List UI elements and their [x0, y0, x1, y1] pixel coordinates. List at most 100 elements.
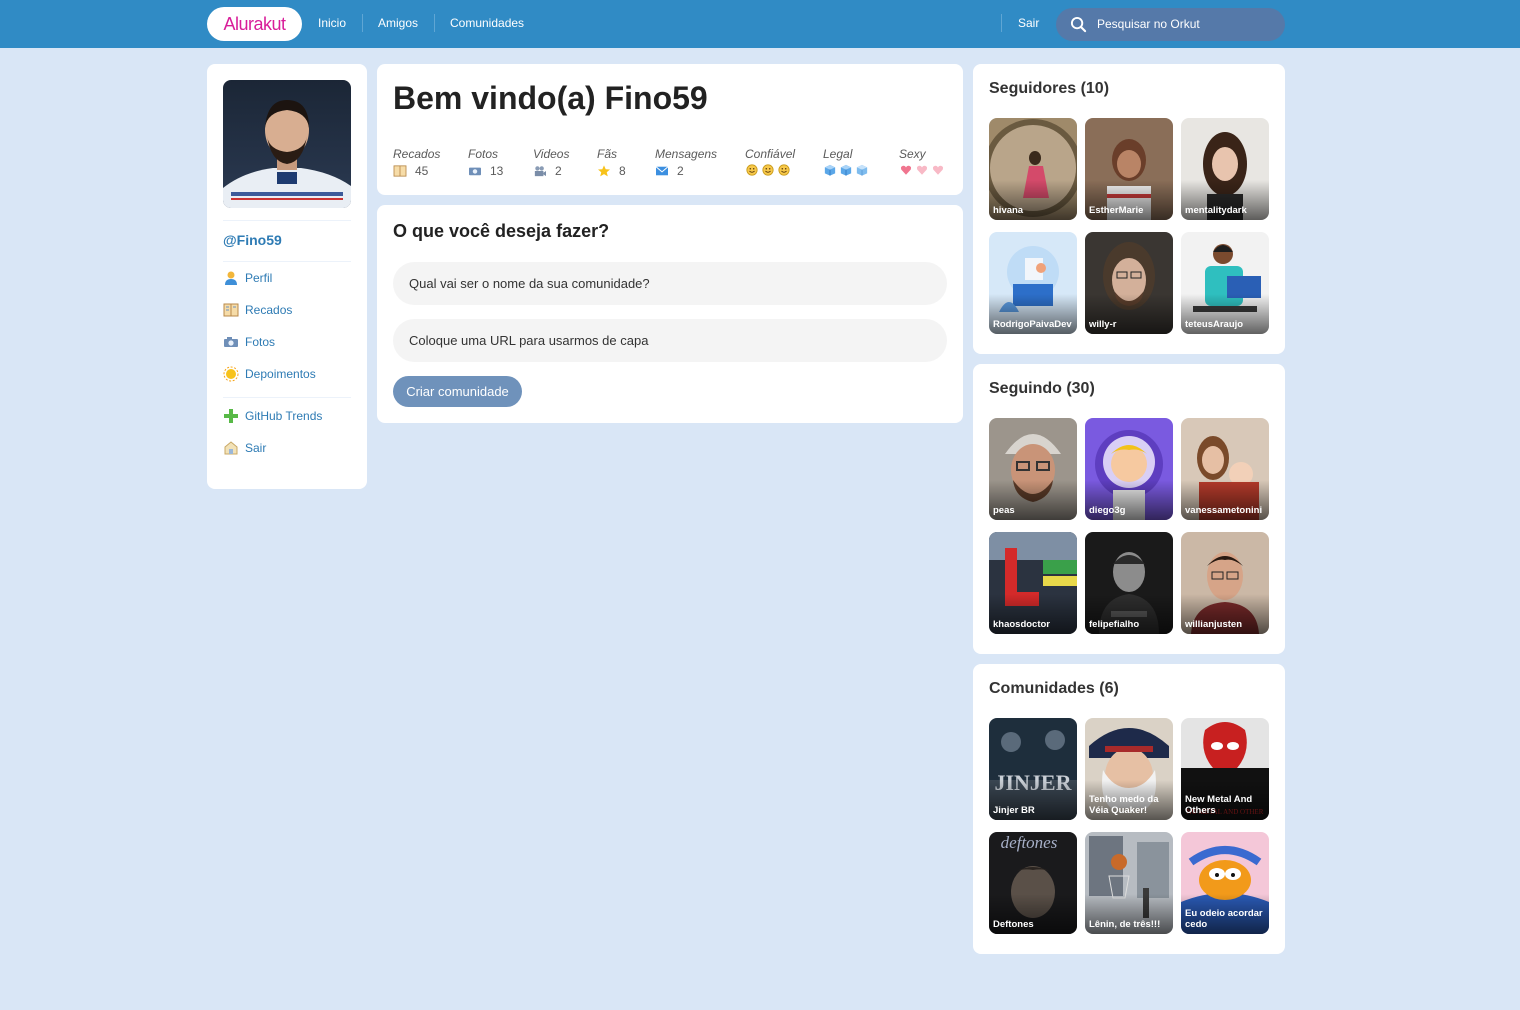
following-name: vanessametonini [1185, 505, 1263, 516]
community-tile[interactable]: Lênin, de três!!! [1085, 832, 1173, 934]
profile-avatar[interactable] [223, 80, 351, 208]
plus-icon [224, 409, 238, 423]
rating-sexy: Sexy [899, 147, 945, 176]
following-name: diego3g [1089, 505, 1126, 516]
divider [223, 397, 351, 398]
follower-name: teteusAraujo [1185, 319, 1244, 330]
stat-value: 8 [619, 164, 626, 178]
following-tile[interactable]: peas [989, 418, 1077, 520]
follower-tile[interactable]: willy-r [1085, 232, 1173, 334]
community-tile[interactable]: Eu odeio acordar cedo [1181, 832, 1269, 934]
community-name: Lênin, de três!!! [1089, 919, 1161, 930]
stat-value: 45 [415, 164, 429, 178]
nav-comunidades[interactable]: Comunidades [450, 16, 524, 30]
create-community-button[interactable]: Criar comunidade [393, 376, 522, 407]
menu-item-label: GitHub Trends [245, 409, 323, 423]
following-name: khaosdoctor [993, 619, 1051, 630]
search-icon [1070, 16, 1087, 33]
top-navigation-bar: Alurakut Inicio Amigos Comunidades Sair … [0, 0, 1520, 48]
welcome-panel: Bem vindo(a) Fino59 Recados 45 Fotos 13 … [377, 64, 963, 195]
follower-tile[interactable]: teteusAraujo [1181, 232, 1269, 334]
following-tile[interactable]: vanessametonini [1181, 418, 1269, 520]
community-tile[interactable]: deftones Deftones [989, 832, 1077, 934]
stat-label: Mensagens [655, 147, 718, 161]
heart-icon [932, 165, 944, 175]
rating-confiavel: Confiável [745, 147, 795, 176]
following-tile[interactable]: felipefialho [1085, 532, 1173, 634]
follower-tile[interactable]: RodrigoPaivaDev [989, 232, 1077, 334]
search-input[interactable]: Pesquisar no Orkut [1097, 17, 1200, 31]
rating-level [823, 164, 869, 176]
stat-label: Confiável [745, 147, 796, 161]
menu-item-github-trends[interactable]: GitHub Trends [223, 407, 322, 425]
heart-icon [916, 165, 928, 175]
envelope-icon [655, 166, 669, 176]
menu-item-perfil[interactable]: Perfil [223, 269, 272, 287]
nav-divider [1001, 14, 1002, 32]
create-community-panel: O que você deseja fazer? Qual vai ser o … [377, 205, 963, 423]
rating-level [899, 164, 945, 176]
camera-icon [469, 167, 481, 176]
communities-grid: JINJER Jinjer BR Tenho medo da Véia Quak… [989, 718, 1269, 934]
heart-icon [900, 165, 912, 175]
follower-tile[interactable]: hivana [989, 118, 1077, 220]
stat-fas: Fãs 8 [597, 147, 626, 178]
followers-grid: hivana EstherMarie mentalitydark Rodrigo… [989, 118, 1269, 334]
stat-mensagens: Mensagens 2 [655, 147, 717, 178]
logout-icon [224, 441, 238, 455]
following-tile[interactable]: diego3g [1085, 418, 1173, 520]
nav-amigos[interactable]: Amigos [378, 16, 418, 30]
community-tile[interactable]: JINJER Jinjer BR [989, 718, 1077, 820]
logout-link[interactable]: Sair [1018, 16, 1039, 30]
camera-icon [224, 337, 238, 347]
page-title: Bem vindo(a) Fino59 [393, 80, 708, 116]
community-tile[interactable]: Tenho medo da Véia Quaker! [1085, 718, 1173, 820]
community-name-input[interactable]: Qual vai ser o nome da sua comunidade? [393, 262, 947, 305]
menu-item-sair[interactable]: Sair [223, 439, 266, 457]
smile-icon [762, 164, 774, 176]
following-tile[interactable]: khaosdoctor [989, 532, 1077, 634]
stat-recados: Recados 45 [393, 147, 440, 178]
stat-label: Fotos [468, 147, 499, 161]
communities-title: Comunidades (6) [989, 680, 1119, 697]
menu-item-recados[interactable]: Recados [223, 301, 292, 319]
divider [223, 261, 351, 262]
following-name: peas [993, 505, 1015, 516]
menu-item-label: Sair [245, 441, 267, 455]
following-name: willianjusten [1185, 619, 1243, 630]
follower-name: willy-r [1089, 319, 1117, 330]
stat-value: 2 [677, 164, 684, 178]
menu-item-depoimentos[interactable]: Depoimentos [223, 365, 316, 383]
followers-title: Seguidores (10) [989, 80, 1110, 97]
menu-item-fotos[interactable]: Fotos [223, 333, 275, 351]
follower-tile[interactable]: mentalitydark [1181, 118, 1269, 220]
form-title: O que você deseja fazer? [393, 221, 610, 241]
menu-item-label: Perfil [245, 271, 273, 285]
stat-videos: Videos 2 [533, 147, 569, 178]
rating-level [745, 164, 795, 176]
community-tile[interactable]: NU METAL AND OTHER New Metal And Others [1181, 718, 1269, 820]
following-tile[interactable]: willianjusten [1181, 532, 1269, 634]
followers-panel: Seguidores (10) hivana EstherMarie menta… [973, 64, 1285, 354]
following-title: Seguindo (30) [989, 380, 1095, 397]
stat-label: Videos [533, 147, 570, 161]
follower-name: EstherMarie [1089, 205, 1144, 216]
alurakut-logo[interactable]: Alurakut [207, 7, 302, 41]
smile-icon [778, 164, 790, 176]
menu-item-label: Recados [245, 303, 293, 317]
video-camera-icon [534, 166, 546, 177]
stat-value: 13 [490, 164, 504, 178]
follower-name: mentalitydark [1185, 205, 1247, 216]
profile-handle-link[interactable]: @Fino59 [223, 232, 282, 248]
stat-fotos: Fotos 13 [468, 147, 503, 178]
nav-inicio[interactable]: Inicio [318, 16, 346, 30]
menu-item-label: Fotos [245, 335, 276, 349]
community-name: Deftones [993, 919, 1034, 930]
community-url-input[interactable]: Coloque uma URL para usarmos de capa [393, 319, 947, 362]
profile-sidebar: @Fino59 Perfil Recados Fotos Depoimentos… [207, 64, 367, 489]
stat-label: Recados [393, 147, 441, 161]
search-bar[interactable]: Pesquisar no Orkut [1056, 8, 1285, 41]
community-name: New Metal And Others [1185, 794, 1253, 816]
follower-tile[interactable]: EstherMarie [1085, 118, 1173, 220]
ice-cube-icon [840, 164, 852, 176]
